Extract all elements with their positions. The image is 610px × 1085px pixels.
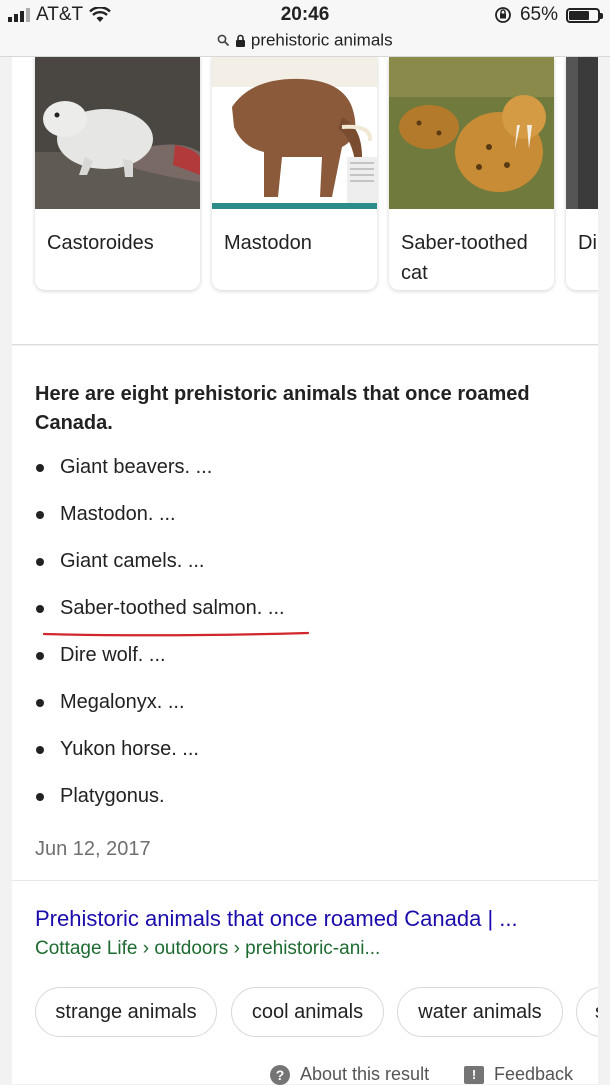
list-item: Platygonus. xyxy=(35,785,285,832)
carousel-item-castoroides[interactable]: Castoroides xyxy=(35,57,200,290)
list-item: Dire wolf. ... xyxy=(35,644,285,691)
red-underline-annotation xyxy=(42,631,310,637)
orientation-lock-icon xyxy=(495,7,511,23)
list-item: Giant camels. ... xyxy=(35,550,285,597)
saber-toothed-cat-image xyxy=(389,57,554,209)
about-result-button[interactable]: ? About this result xyxy=(270,1064,429,1085)
chip-cool-animals[interactable]: cool animals xyxy=(231,987,384,1037)
snippet-date: Jun 12, 2017 xyxy=(35,838,151,860)
entity-carousel[interactable]: Castoroides Mastodon Saber-toothed cat D… xyxy=(12,57,598,297)
related-chips: strange animals cool animals water anima… xyxy=(35,987,598,1041)
featured-snippet-card: Here are eight prehistoric animals that … xyxy=(12,346,598,1085)
carousel-label: Saber-toothed cat xyxy=(401,232,528,284)
search-icon xyxy=(217,34,230,47)
help-icon: ? xyxy=(270,1064,290,1085)
snippet-list: Giant beavers. ... Mastodon. ... Giant c… xyxy=(35,456,285,832)
url-bar[interactable]: prehistoric animals xyxy=(0,30,610,51)
carousel-item-dire-wolf[interactable]: Di xyxy=(566,57,598,290)
list-item: Megalonyx. ... xyxy=(35,691,285,738)
list-item: Yukon horse. ... xyxy=(35,738,285,785)
result-breadcrumb[interactable]: Cottage Life › outdoors › prehistoric-an… xyxy=(35,938,380,960)
result-title-link[interactable]: Prehistoric animals that once roamed Can… xyxy=(35,906,518,932)
chip-strange-animals[interactable]: strange animals xyxy=(35,987,217,1037)
feedback-icon: ! xyxy=(464,1065,484,1084)
status-right: 65% xyxy=(494,4,603,26)
list-item: Mastodon. ... xyxy=(35,503,285,550)
battery-percent: 65% xyxy=(519,4,558,25)
feedback-label: Feedback xyxy=(494,1064,574,1084)
dire-wolf-image xyxy=(566,57,598,209)
lock-icon xyxy=(236,34,246,47)
battery-icon xyxy=(566,7,603,23)
about-label: About this result xyxy=(300,1064,430,1084)
snippet-heading: Here are eight prehistoric animals that … xyxy=(35,383,530,434)
status-bar: AT&T 20:46 65% prehistoric animals xyxy=(0,0,610,57)
carousel-label: Di xyxy=(578,232,597,254)
url-text: prehistoric animals xyxy=(250,30,393,50)
mastodon-image xyxy=(212,57,377,209)
divider xyxy=(12,880,598,881)
carousel-item-saber-toothed-cat[interactable]: Saber-toothed cat xyxy=(389,57,554,290)
list-item: Giant beavers. ... xyxy=(35,456,285,503)
carousel-label: Mastodon xyxy=(224,232,312,254)
castoroides-image xyxy=(35,57,200,209)
carousel-card: Castoroides Mastodon Saber-toothed cat D… xyxy=(12,57,598,345)
chip-water-animals[interactable]: water animals xyxy=(397,987,563,1037)
carousel-item-mastodon[interactable]: Mastodon xyxy=(212,57,377,290)
carousel-label: Castoroides xyxy=(47,232,154,254)
feedback-button[interactable]: ! Feedback xyxy=(464,1064,573,1085)
chip-partial[interactable]: s xyxy=(576,987,598,1037)
